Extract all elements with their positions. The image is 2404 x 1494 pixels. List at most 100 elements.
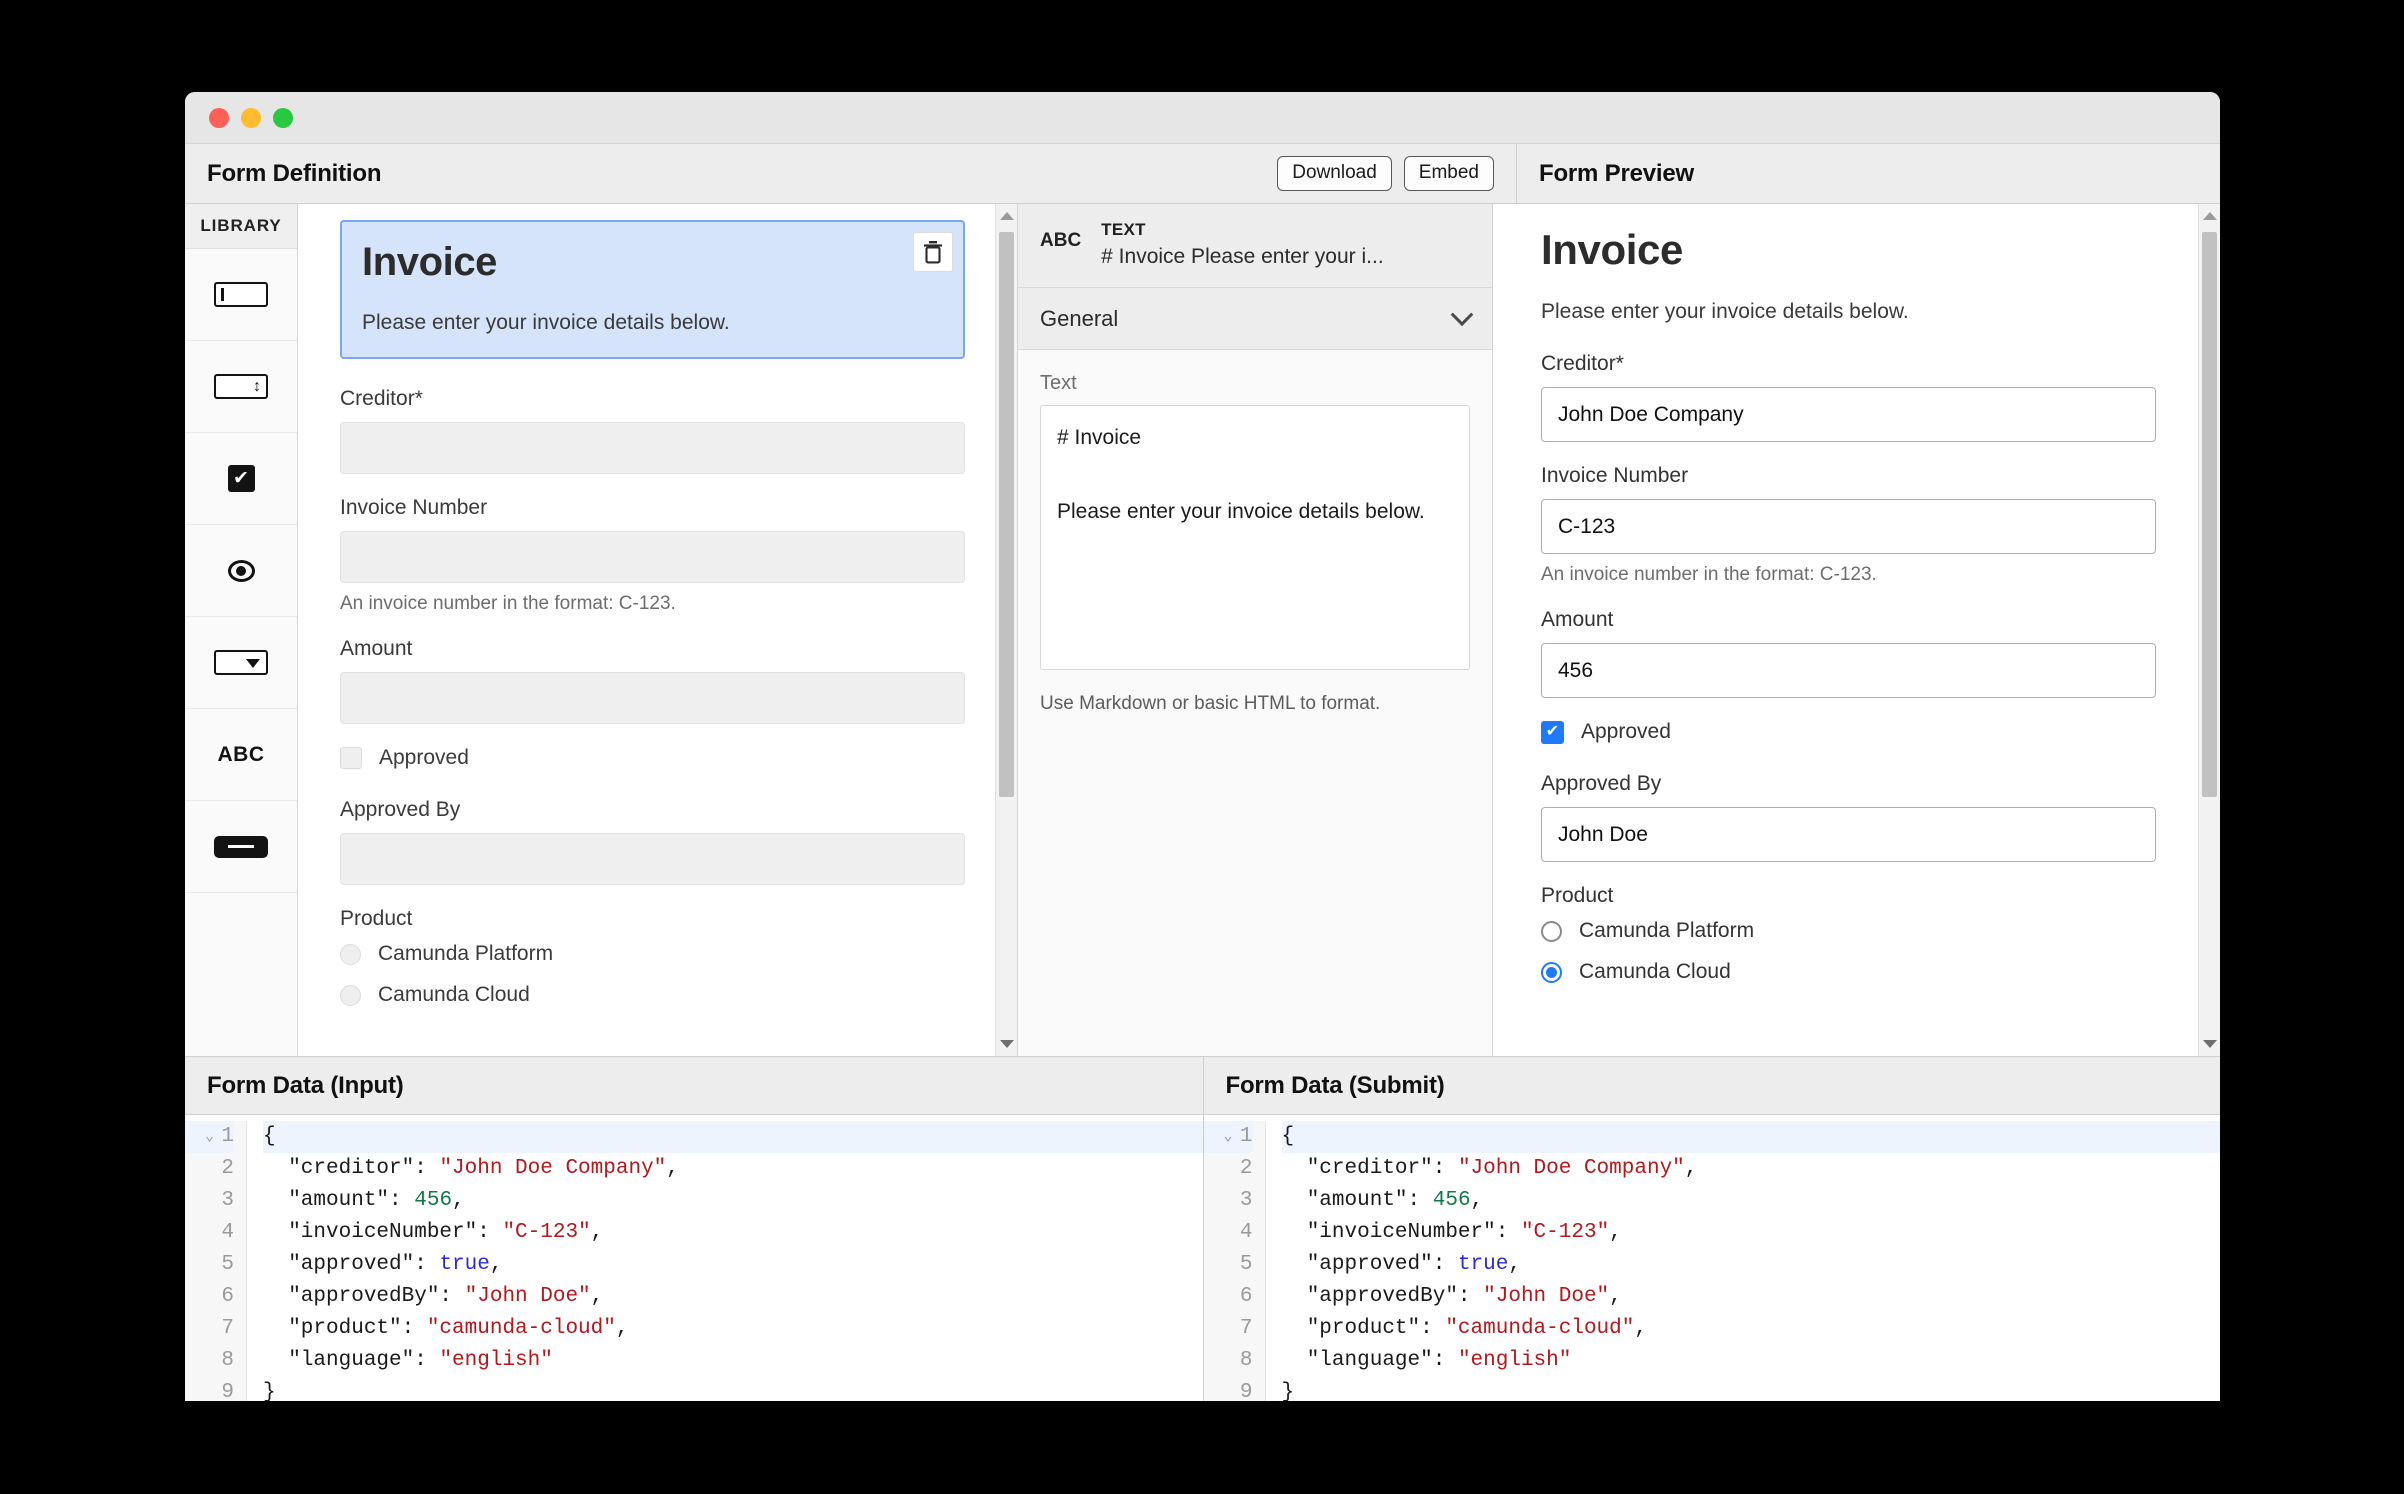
library-item-textfield[interactable] bbox=[185, 249, 297, 341]
fold-toggle-icon[interactable]: ⌄ bbox=[205, 1121, 214, 1153]
embed-button[interactable]: Embed bbox=[1403, 155, 1494, 192]
element-type-icon: ABC bbox=[1040, 230, 1082, 251]
preview-radio-camunda-platform[interactable]: Camunda Platform bbox=[1541, 919, 2156, 943]
fold-toggle-icon[interactable]: ⌄ bbox=[1223, 1121, 1232, 1153]
code-line: "amount": 456, bbox=[263, 1185, 1203, 1217]
selected-text-block[interactable]: Invoice Please enter your invoice detail… bbox=[340, 220, 965, 359]
properties-panel: ABC TEXT # Invoice Please enter your i..… bbox=[1018, 204, 1493, 1056]
code-line: "creditor": "John Doe Company", bbox=[263, 1153, 1203, 1185]
form-data-submit-editor[interactable]: 1 ⌄ 2 3 4 5 6 7 8 9 { "creditor": "John Doe Compa… bbox=[1203, 1115, 2221, 1401]
invoice-number-input[interactable]: C-123 bbox=[1541, 499, 2156, 554]
line-number: 9 bbox=[221, 1381, 234, 1401]
library-item-button[interactable] bbox=[185, 801, 297, 893]
field-label: Creditor* bbox=[1541, 352, 1624, 375]
editor-scroll-thumb[interactable] bbox=[999, 232, 1014, 797]
form-data-input-panel: Form Data (Input) 1 ⌄ 2 3 4 5 6 7 8 9 { "creditor… bbox=[185, 1057, 1203, 1401]
code-line: "approved": true, bbox=[1282, 1249, 2221, 1281]
editor-field-approved-by[interactable]: Approved By bbox=[340, 798, 965, 885]
field-input[interactable] bbox=[340, 672, 965, 724]
radio-icon[interactable] bbox=[340, 984, 361, 1006]
field-label: Approved By bbox=[340, 798, 461, 821]
editor-radio-camunda-platform[interactable]: Camunda Platform bbox=[340, 942, 965, 966]
preview-field-approved[interactable]: ✔ Approved bbox=[1541, 720, 2156, 744]
field-label: Creditor* bbox=[340, 387, 423, 410]
editor-heading: Invoice bbox=[362, 240, 498, 284]
maximize-window-button[interactable] bbox=[273, 107, 293, 128]
code-token-key: "invoiceNumber": bbox=[1281, 1221, 1521, 1244]
editor-scrollbar[interactable] bbox=[995, 204, 1017, 1056]
code-token-key: "creditor": bbox=[1281, 1157, 1458, 1180]
scroll-up-icon[interactable] bbox=[2199, 206, 2220, 226]
radio-label: Camunda Platform bbox=[378, 942, 554, 965]
line-number: 9 bbox=[1239, 1381, 1253, 1401]
field-input[interactable] bbox=[340, 833, 965, 885]
approved-checkbox[interactable] bbox=[340, 747, 362, 769]
library-item-number[interactable] bbox=[185, 341, 297, 433]
text-property-input[interactable] bbox=[1040, 405, 1470, 670]
code-token-punct: , bbox=[452, 1189, 465, 1212]
scroll-down-icon[interactable] bbox=[2199, 1034, 2220, 1054]
field-input[interactable] bbox=[340, 422, 965, 474]
scroll-down-icon[interactable] bbox=[996, 1034, 1017, 1054]
editor-field-product[interactable]: Product Camunda Platform Camunda Cloud bbox=[340, 907, 965, 1007]
form-data-submit-title: Form Data (Submit) bbox=[1225, 1071, 1445, 1099]
editor-field-invoice-number[interactable]: Invoice Number An invoice number in the … bbox=[340, 496, 965, 615]
properties-body: Text Use Markdown or basic HTML to forma… bbox=[1018, 350, 1492, 1056]
editor-field-approved[interactable]: Approved bbox=[340, 746, 965, 770]
code-content[interactable]: { "creditor": "John Doe Company", "amoun… bbox=[247, 1121, 1203, 1401]
radio-icon[interactable] bbox=[340, 943, 361, 965]
approved-checkbox[interactable]: ✔ bbox=[1541, 720, 1564, 744]
code-line: "product": "camunda-cloud", bbox=[1282, 1313, 2221, 1345]
scroll-up-icon[interactable] bbox=[996, 206, 1017, 226]
editor-radio-camunda-cloud[interactable]: Camunda Cloud bbox=[340, 983, 965, 1007]
field-label: Product bbox=[340, 907, 413, 930]
code-token-key: "approved": bbox=[263, 1253, 440, 1276]
editor-paragraph: Please enter your invoice details below. bbox=[362, 311, 730, 334]
form-data-input-title: Form Data (Input) bbox=[207, 1071, 404, 1099]
app-window: Form Definition Download Embed Form Prev… bbox=[185, 92, 2220, 1401]
preview-scroll-thumb[interactable] bbox=[2202, 232, 2217, 797]
library-item-text[interactable]: ABC bbox=[185, 709, 297, 801]
panels-header: Form Definition Download Embed Form Prev… bbox=[185, 144, 2220, 204]
line-number: 1 ⌄ bbox=[185, 1121, 234, 1153]
editor-field-creditor[interactable]: Creditor* bbox=[340, 387, 965, 474]
code-token-punct: , bbox=[590, 1285, 604, 1308]
code-token-num: 456 bbox=[1432, 1189, 1471, 1212]
library-item-checkbox[interactable]: ✔ bbox=[185, 433, 297, 525]
amount-input[interactable]: 456 bbox=[1541, 643, 2156, 698]
code-token-punct: { bbox=[1281, 1125, 1295, 1148]
approved-by-input[interactable]: John Doe bbox=[1541, 807, 2156, 862]
code-line: "invoiceNumber": "C-123", bbox=[263, 1217, 1203, 1249]
form-data-input-editor[interactable]: 1 ⌄ 2 3 4 5 6 7 8 9 { "creditor": "John Doe Compa… bbox=[185, 1115, 1203, 1401]
form-editor-canvas[interactable]: Invoice Please enter your invoice detail… bbox=[298, 204, 995, 1056]
line-number: 5 bbox=[1239, 1253, 1253, 1276]
close-window-button[interactable] bbox=[209, 107, 229, 128]
line-number: 3 bbox=[221, 1189, 234, 1212]
line-number: 2 bbox=[1239, 1157, 1253, 1180]
radio-selected-icon[interactable] bbox=[1541, 961, 1562, 983]
field-label: Amount bbox=[1541, 608, 1614, 631]
preview-radio-camunda-cloud[interactable]: Camunda Cloud bbox=[1541, 960, 2156, 984]
properties-group-general[interactable]: General bbox=[1018, 288, 1492, 350]
text-property-hint: Use Markdown or basic HTML to format. bbox=[1040, 693, 1381, 714]
code-token-key: "invoiceNumber": bbox=[263, 1221, 503, 1244]
code-line: } bbox=[1282, 1377, 2221, 1401]
creditor-input[interactable]: John Doe Company bbox=[1541, 387, 2156, 442]
field-input[interactable] bbox=[340, 531, 965, 583]
library-item-radio[interactable] bbox=[185, 525, 297, 617]
code-token-punct: , bbox=[615, 1317, 629, 1340]
code-content[interactable]: { "creditor": "John Doe Company", "amoun… bbox=[1266, 1121, 2221, 1401]
download-button[interactable]: Download bbox=[1277, 155, 1392, 192]
delete-element-button[interactable] bbox=[913, 232, 953, 272]
code-token-punct: } bbox=[263, 1381, 276, 1401]
code-token-key: "approvedBy": bbox=[263, 1285, 465, 1308]
library-item-select[interactable] bbox=[185, 617, 297, 709]
form-definition-header: Form Definition Download Embed bbox=[185, 144, 1517, 203]
element-name-label: # Invoice Please enter your i... bbox=[1101, 245, 1384, 268]
radio-icon[interactable] bbox=[1541, 920, 1562, 942]
preview-scrollbar[interactable] bbox=[2198, 204, 2220, 1056]
form-data-submit-header: Form Data (Submit) bbox=[1203, 1057, 2220, 1115]
minimize-window-button[interactable] bbox=[241, 107, 261, 128]
editor-field-amount[interactable]: Amount bbox=[340, 637, 965, 724]
form-data-input-header: Form Data (Input) bbox=[185, 1057, 1203, 1115]
